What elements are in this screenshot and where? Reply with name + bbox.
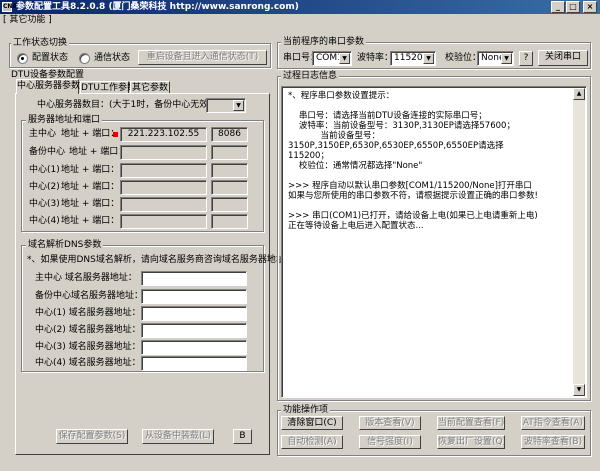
server-port-field[interactable]	[211, 145, 248, 160]
server-port-field[interactable]	[211, 197, 248, 212]
server-ip-field[interactable]	[120, 180, 207, 195]
server-name: 备份中心	[29, 147, 66, 157]
maximize-button[interactable]: □	[566, 1, 580, 13]
minimize-button[interactable]: _	[551, 1, 565, 13]
close-port-button[interactable]: 关闭串口	[538, 50, 588, 66]
config-mode-label: 配置状态	[32, 53, 69, 63]
baud-select[interactable]: 115200 ▼	[390, 51, 436, 66]
chevron-down-icon: ▼	[233, 100, 244, 111]
operations-group-label: 功能操作项	[281, 405, 331, 415]
server-count-label: 中心服务器数目：(大于1时，备份中心无效)	[37, 100, 212, 110]
dns-label: 中心(3) 域名服务器地址：	[35, 342, 141, 352]
chevron-down-icon: ▼	[339, 53, 350, 64]
server-name: 中心(1)	[29, 165, 60, 175]
server-addr-label: 地址 + 端口：	[61, 199, 120, 209]
config-mode-radio[interactable]	[17, 53, 28, 64]
save-config-button[interactable]: 保存配置参数(S)	[56, 429, 128, 444]
chevron-down-icon: ▼	[501, 53, 512, 64]
server-count-select[interactable]: ▼	[206, 98, 246, 113]
port-select[interactable]: COM1 ▼	[312, 51, 352, 66]
title-bar: CNA 参数配置工具8.2.0.8 (厦门桑荣科技 http://www.san…	[0, 0, 600, 14]
factory-reset-button[interactable]: 恢复出厂设置(Q)	[437, 435, 505, 449]
dns-label: 中心(2) 域名服务器地址：	[35, 325, 141, 335]
menu-other-functions[interactable]: [ 其它功能 ]	[3, 14, 52, 26]
scroll-down-icon[interactable]: ▼	[573, 384, 585, 396]
scroll-up-icon[interactable]: ▲	[573, 88, 585, 100]
dns-label: 备份中心域名服务器地址：	[35, 291, 144, 301]
baud-view-button[interactable]: 波特率查看(B)	[521, 435, 585, 449]
parity-label: 校验位：	[445, 53, 482, 63]
log-scrollbar[interactable]: ▲ ▼	[573, 88, 585, 396]
server-ip-field[interactable]	[120, 145, 207, 160]
server-name: 中心(4)	[29, 216, 60, 226]
server-ip-field[interactable]	[120, 214, 207, 229]
baud-label: 波特率：	[357, 53, 394, 63]
server-addr-label: 地址 + 端口：	[69, 147, 128, 157]
clear-window-button[interactable]: 清除窗口(C)	[281, 416, 343, 430]
server-addr-label: 地址 + 端口：	[61, 182, 120, 192]
server-name: 中心(3)	[29, 199, 60, 209]
b-button[interactable]: B	[233, 429, 252, 444]
server-port-field[interactable]	[211, 180, 248, 195]
dns-server-field[interactable]	[141, 271, 247, 286]
parity-select[interactable]: None ▼	[477, 51, 514, 66]
dns-label: 中心(4) 域名服务器地址：	[35, 358, 141, 368]
load-from-device-button[interactable]: 从设备中装载(L)	[142, 429, 214, 444]
dns-server-field[interactable]	[141, 356, 247, 371]
server-port-field[interactable]	[211, 163, 248, 178]
menu-bar: [ 其它功能 ]	[0, 14, 600, 26]
log-output[interactable]: *、程序串口参数设置提示： 串口号：请选择当前DTU设备连接的实际串口号； 波特…	[281, 86, 587, 398]
dns-label: 主中心 域名服务器地址：	[35, 273, 137, 283]
close-window-button[interactable]: ×	[583, 1, 597, 13]
work-mode-label: 工作状态切换	[11, 38, 70, 48]
status-indicator-icon	[113, 132, 118, 137]
server-address-label: 服务器地址和端口	[26, 115, 103, 125]
server-port-field[interactable]: 8086	[211, 127, 248, 142]
server-addr-label: 地址 + 端口：	[61, 129, 120, 139]
comm-mode-radio[interactable]	[79, 53, 90, 64]
server-addr-label: 地址 + 端口：	[61, 165, 120, 175]
app-icon: CNA	[2, 2, 18, 12]
dns-server-field[interactable]	[141, 323, 247, 338]
signal-strength-button[interactable]: 信号强度(I)	[359, 435, 421, 449]
restart-device-button[interactable]: 重启设备且进入通信状态(T)	[138, 50, 267, 65]
dns-group-label: 域名解析DNS参数	[26, 240, 104, 250]
comm-mode-label: 通信状态	[94, 53, 131, 63]
dns-label: 中心(1) 域名服务器地址：	[35, 308, 141, 318]
window-title: 参数配置工具8.2.0.8 (厦门桑荣科技 http://www.sanrong…	[16, 2, 299, 12]
server-ip-field[interactable]	[120, 163, 207, 178]
server-port-field[interactable]	[211, 214, 248, 229]
dns-server-field[interactable]	[141, 306, 247, 321]
server-ip-field[interactable]	[120, 197, 207, 212]
server-ip-field[interactable]: 221.223.102.55	[120, 127, 207, 142]
auto-detect-button[interactable]: 自动检测(A)	[281, 435, 343, 449]
dns-server-field[interactable]	[141, 289, 247, 304]
current-config-button[interactable]: 当前配置查看(F)	[437, 416, 505, 430]
dns-server-field[interactable]	[141, 340, 247, 355]
server-addr-label: 地址 + 端口：	[61, 216, 120, 226]
log-text: *、程序串口参数设置提示： 串口号：请选择当前DTU设备连接的实际串口号； 波特…	[288, 91, 538, 231]
log-group-label: 过程日志信息	[281, 71, 340, 81]
help-button[interactable]: ?	[519, 51, 533, 66]
version-view-button[interactable]: 版本查看(V)	[359, 416, 421, 430]
dns-note: *、如果使用DNS域名解析，请向域名服务商咨询域名服务器地址	[27, 255, 285, 265]
serial-group-label: 当前程序的串口参数	[281, 37, 367, 47]
server-name: 主中心	[29, 129, 57, 139]
chevron-down-icon: ▼	[423, 53, 434, 64]
server-name: 中心(2)	[29, 182, 60, 192]
tab-server-params[interactable]: 中心服务器参数	[16, 79, 80, 94]
at-command-button[interactable]: AT指令查看(A)	[521, 416, 585, 430]
